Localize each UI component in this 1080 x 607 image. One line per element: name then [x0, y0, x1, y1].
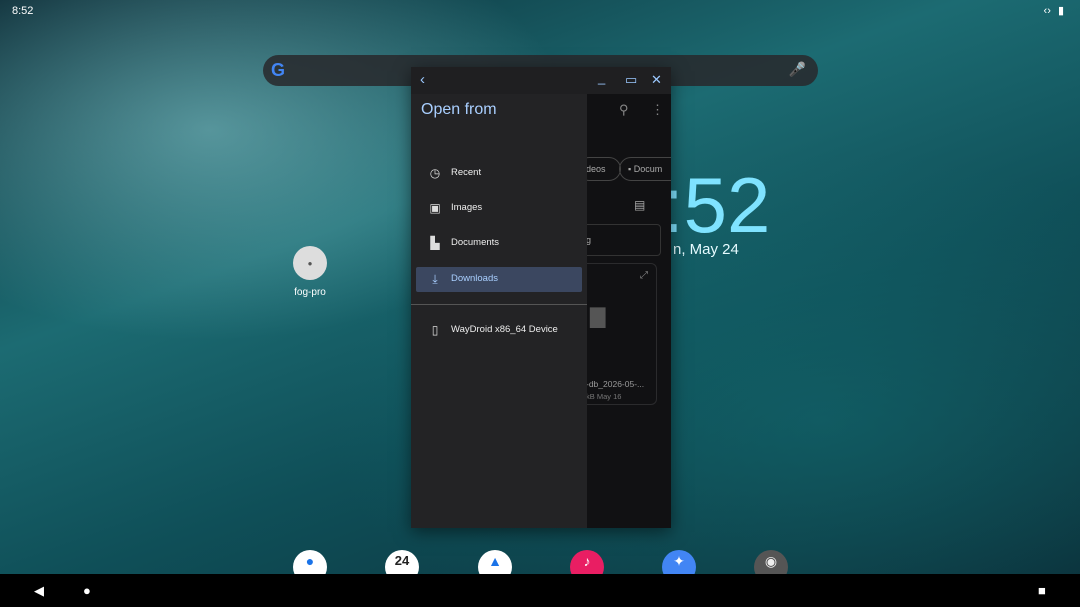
file-browser-content: ⚲ ⋮ deos ▪ Docum ▤ g ⤢ ▇ -db_2026-05-...…: [577, 94, 671, 528]
app-fog-pro[interactable]: ● fog-pro: [284, 246, 336, 298]
status-time: 8:52: [12, 5, 34, 17]
android-home-screen: 8:52 ‹› ▮ G 🎤 :52 n, May 24 ● fog-pro ‹ …: [0, 0, 1080, 607]
file-document-icon: ▇: [590, 306, 606, 328]
gallery-icon[interactable]: ▲: [478, 550, 512, 574]
code-icon: ‹›: [1043, 5, 1051, 17]
fog-pro-icon: ●: [293, 246, 327, 280]
battery-icon: ▮: [1057, 5, 1064, 17]
nav-recents-icon[interactable]: ■: [1038, 583, 1046, 598]
status-icons: ‹› ▮: [1040, 4, 1064, 17]
expand-icon[interactable]: ⤢: [640, 270, 648, 281]
clock-widget-date: n, May 24: [673, 241, 739, 258]
download-icon: ⤓: [432, 272, 438, 286]
list-view-icon[interactable]: ▤: [634, 198, 645, 212]
nav-item-recent[interactable]: ◷ Recent: [416, 161, 582, 186]
nav-item-label: Recent: [451, 167, 482, 178]
app-dock: ● 24 ▲ ♪ ✦ ◉: [0, 548, 1080, 574]
file-name: -db_2026-05-...: [586, 379, 645, 389]
file-picker-window: ‹ _ ▭ ✕ ⚲ ⋮ deos ▪ Docum ▤ g ⤢ ▇ -db_202…: [411, 67, 671, 528]
browser-icon[interactable]: ✦: [662, 550, 696, 574]
document-icon: ▙: [430, 236, 440, 250]
file-card[interactable]: ⤢ ▇ -db_2026-05-... kB May 16: [581, 263, 657, 405]
drawer-title: Open from: [421, 101, 497, 118]
contacts-icon[interactable]: ●: [293, 550, 327, 574]
clock-icon: ◷: [429, 166, 441, 180]
calendar-icon[interactable]: 24: [385, 550, 419, 574]
search-icon[interactable]: ⚲: [619, 102, 629, 118]
device-icon: ▯: [431, 323, 439, 337]
app-label: fog-pro: [294, 287, 326, 298]
navigation-drawer: Open from ◷ Recent ▣ Images ▙ Documents …: [411, 94, 587, 528]
maximize-icon[interactable]: ▭: [625, 72, 637, 88]
nav-item-label: Documents: [451, 237, 500, 248]
minimize-icon[interactable]: _: [598, 70, 605, 85]
nav-home-icon[interactable]: ●: [83, 583, 91, 598]
image-icon: ▣: [429, 201, 441, 215]
clock-widget-time: :52: [662, 161, 771, 249]
google-logo-icon: G: [271, 60, 286, 80]
calendar-day: 24: [394, 553, 410, 568]
drawer-divider: [411, 304, 587, 305]
status-bar: 8:52 ‹› ▮: [0, 0, 1080, 22]
nav-item-label: WayDroid x86_64 Device: [451, 324, 558, 335]
close-icon[interactable]: ✕: [651, 72, 662, 88]
nav-item-images[interactable]: ▣ Images: [416, 196, 582, 221]
window-titlebar: ‹ _ ▭ ✕: [411, 67, 671, 94]
system-navigation-bar: ◀ ● ■: [0, 574, 1080, 607]
nav-item-label: Images: [451, 202, 483, 213]
nav-item-label: Downloads: [451, 273, 498, 284]
nav-item-downloads[interactable]: ⤓ Downloads: [416, 267, 582, 292]
chip-documents-label: Docum: [633, 164, 663, 174]
music-icon[interactable]: ♪: [570, 550, 604, 574]
nav-item-documents[interactable]: ▙ Documents: [416, 231, 582, 256]
back-icon[interactable]: ‹: [420, 71, 425, 88]
nav-item-device[interactable]: ▯ WayDroid x86_64 Device: [416, 318, 582, 343]
chip-documents[interactable]: ▪ Docum: [619, 157, 671, 181]
more-options-icon[interactable]: ⋮: [651, 102, 664, 118]
file-meta: kB May 16: [586, 392, 622, 401]
file-path-field: g: [581, 224, 661, 256]
microphone-icon[interactable]: 🎤: [789, 61, 806, 78]
camera-icon[interactable]: ◉: [754, 550, 788, 574]
nav-back-icon[interactable]: ◀: [34, 583, 44, 599]
